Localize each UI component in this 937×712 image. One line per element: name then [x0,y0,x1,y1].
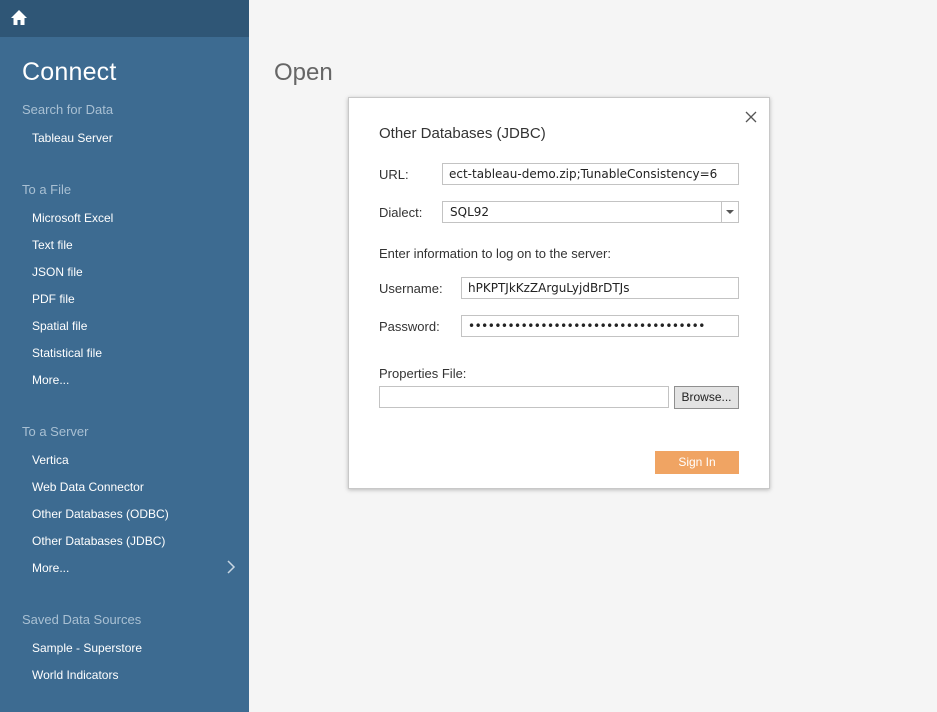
sidebar-item-file-more[interactable]: More... [32,373,69,387]
sidebar-item-microsoft-excel[interactable]: Microsoft Excel [32,211,113,225]
jdbc-dialog: Other Databases (JDBC) URL: ect-tableau-… [348,97,770,489]
sidebar-item-odbc[interactable]: Other Databases (ODBC) [32,507,169,521]
section-search-for-data: Search for Data [22,102,114,117]
sidebar-item-spatial-file[interactable]: Spatial file [32,319,87,333]
sidebar-item-jdbc[interactable]: Other Databases (JDBC) [32,534,165,548]
properties-file-label: Properties File: [379,366,467,381]
sign-in-button[interactable]: Sign In [655,451,739,474]
dialect-select[interactable]: SQL92 [442,201,739,223]
dialect-value: SQL92 [450,205,490,219]
sidebar-item-text-file[interactable]: Text file [32,238,73,252]
sidebar-item-world-indicators[interactable]: World Indicators [32,668,118,682]
sidebar-item-sample-superstore[interactable]: Sample - Superstore [32,641,142,655]
sidebar-item-statistical-file[interactable]: Statistical file [32,346,102,360]
open-title: Open [274,59,333,86]
url-input[interactable]: ect-tableau-demo.zip;TunableConsistency=… [442,163,739,185]
home-icon[interactable] [10,9,28,27]
section-to-a-file: To a File [22,182,72,197]
username-input[interactable]: hPKPTJkKzZArguLyjdBrDTJs [461,277,739,299]
sidebar: Connect Search for Data Tableau Server T… [0,0,249,712]
section-saved-data-sources: Saved Data Sources [22,612,142,627]
url-label: URL: [379,167,409,182]
username-label: Username: [379,281,443,296]
password-input[interactable]: •••••••••••••••••••••••••••••••••••• [461,315,739,337]
chevron-down-icon[interactable] [721,202,738,222]
close-icon[interactable] [744,110,758,124]
logon-info-text: Enter information to log on to the serve… [379,246,611,261]
sidebar-item-vertica[interactable]: Vertica [32,453,69,467]
dialog-title: Other Databases (JDBC) [379,125,546,142]
properties-file-input[interactable] [379,386,669,408]
sidebar-item-json-file[interactable]: JSON file [32,265,83,279]
browse-button[interactable]: Browse... [674,386,739,409]
sidebar-item-web-data-connector[interactable]: Web Data Connector [32,480,144,494]
section-to-a-server: To a Server [22,424,89,439]
password-label: Password: [379,319,440,334]
sidebar-item-pdf-file[interactable]: PDF file [32,292,75,306]
chevron-right-icon[interactable] [225,559,237,575]
sidebar-top-bar [0,0,249,37]
dialect-label: Dialect: [379,205,423,220]
sidebar-item-tableau-server[interactable]: Tableau Server [32,131,113,145]
sidebar-item-server-more[interactable]: More... [32,561,69,575]
connect-title: Connect [22,58,117,86]
